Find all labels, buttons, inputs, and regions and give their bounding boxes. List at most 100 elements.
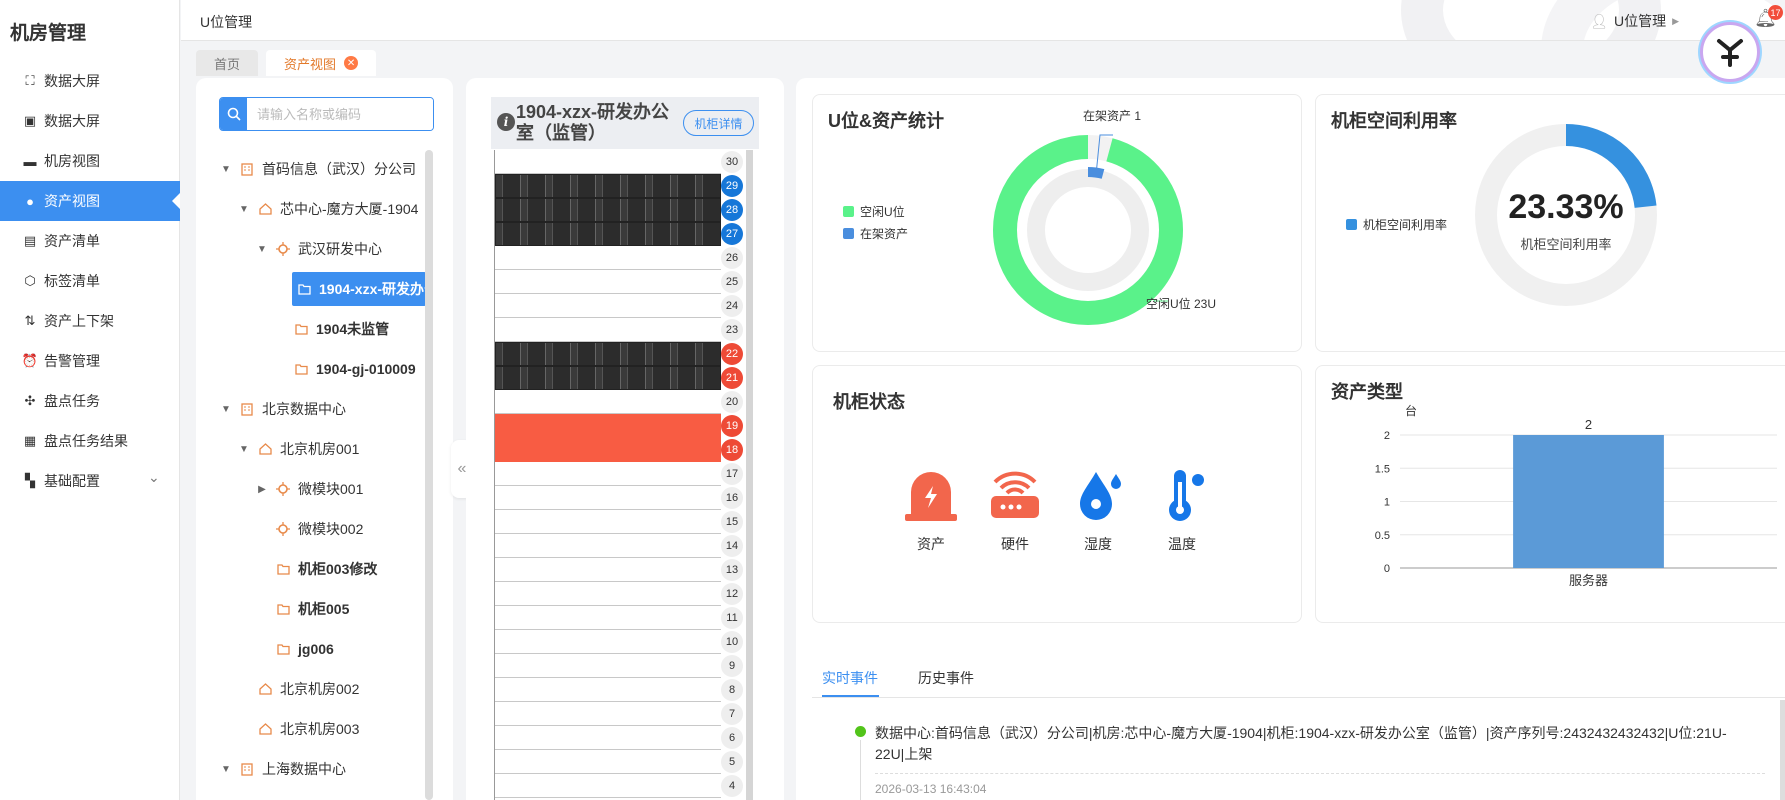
status-label: 资产 <box>917 536 945 552</box>
tree-node[interactable]: 机柜005 <box>256 595 349 623</box>
sidebar-item[interactable]: ▦ 盘点任务结果 <box>0 421 180 461</box>
info-icon[interactable]: i <box>497 113 515 131</box>
tab-history-events[interactable]: 历史事件 <box>918 668 974 688</box>
rack-unit-slot[interactable] <box>495 702 721 726</box>
sidebar-item[interactable]: ▬ 机房视图 <box>0 141 180 181</box>
sidebar-item[interactable]: ⛶ 数据大屏 <box>0 61 180 101</box>
rack-unit-slot[interactable] <box>495 222 721 246</box>
status-asset[interactable]: 资产 <box>901 466 961 554</box>
rack-unit-number: 6 <box>721 727 743 749</box>
user-menu[interactable]: 👤︎ U位管理 ▶ <box>1590 11 1679 31</box>
tree-node[interactable]: 1904-gj-010009 <box>274 355 416 383</box>
rack-unit-slot[interactable] <box>495 174 721 198</box>
rack-unit-slot[interactable] <box>495 486 721 510</box>
rack-unit-slot[interactable] <box>495 462 721 486</box>
sidebar-item[interactable]: ▚ 基础配置 ⌄ <box>0 461 180 501</box>
tree-node[interactable]: 机柜003修改 <box>256 555 377 583</box>
legend-free: 空闲U位 <box>843 203 905 220</box>
rack-unit-slot[interactable] <box>495 342 721 366</box>
tag-list-icon: ⬡ <box>24 273 36 288</box>
rack-rail <box>746 150 753 800</box>
tree-node-label: 北京机房003 <box>280 721 360 737</box>
router-icon <box>991 471 1039 518</box>
tree-node[interactable]: ▼ 上海数据中心 <box>220 755 346 783</box>
utilization-card: 机柜空间利用率 机柜空间利用率 23.33% 机柜空间利用率 <box>1315 94 1785 352</box>
caret-down-icon[interactable]: ▼ <box>238 444 250 455</box>
status-humidity[interactable]: 湿度 <box>1068 466 1128 554</box>
tree-node[interactable]: ▼ 北京数据中心 <box>220 395 346 423</box>
rack-unit-slot[interactable] <box>495 678 721 702</box>
rack-unit-slot[interactable] <box>495 630 721 654</box>
asset-type-chart: 0 0.5 1 1.5 2 台 2 服务器 <box>1375 403 1777 588</box>
event-text: 数据中心:首码信息（武汉）分公司|机房:芯中心-魔方大厦-1904|机柜:190… <box>875 725 1727 762</box>
caret-down-icon[interactable]: ▼ <box>220 764 232 775</box>
chip-icon <box>276 482 290 496</box>
rack-unit-slot[interactable] <box>495 414 721 438</box>
caret-down-icon[interactable]: ▼ <box>220 164 232 175</box>
rack-unit-slot[interactable] <box>495 270 721 294</box>
rack-unit-slot[interactable] <box>495 606 721 630</box>
rack-unit-slot[interactable] <box>495 582 721 606</box>
rack-unit-slot[interactable] <box>495 390 721 414</box>
caret-down-icon[interactable]: ▼ <box>220 404 232 415</box>
sidebar-item[interactable]: ▣ 数据大屏 <box>0 101 180 141</box>
rack-unit-slot[interactable] <box>495 318 721 342</box>
tree-node[interactable]: ▼ 首码信息（武汉）分公司 <box>220 155 416 183</box>
rack-unit-slot[interactable] <box>495 726 721 750</box>
tab-realtime-events[interactable]: 实时事件 <box>822 668 878 688</box>
tree-node[interactable]: 微模块002 <box>256 515 363 543</box>
bar[interactable] <box>1513 435 1664 568</box>
rack-unit-slot[interactable] <box>495 534 721 558</box>
y-tick-label: 1.5 <box>1375 463 1390 475</box>
rack-unit-slot[interactable] <box>495 558 721 582</box>
rack-unit-slot[interactable] <box>495 438 721 462</box>
tree-node[interactable]: 1904-xzx-研发办公室（监管） <box>292 272 426 306</box>
rack-units <box>494 150 721 800</box>
sidebar-item[interactable]: ✣ 盘点任务 <box>0 381 180 421</box>
home-icon <box>258 202 272 216</box>
sidebar-item[interactable]: ⬡ 标签清单 <box>0 261 180 301</box>
status-temperature[interactable]: 温度 <box>1152 466 1212 554</box>
caret-down-icon[interactable]: ▼ <box>238 204 250 215</box>
caret-right-icon[interactable]: ▶ <box>256 484 268 495</box>
tree-node-label: 武汉研发中心 <box>298 241 382 257</box>
search-input[interactable] <box>247 98 433 130</box>
rack-unit-slot[interactable] <box>495 774 721 798</box>
tree-node[interactable]: ▶ 微模块001 <box>256 475 363 503</box>
rack-unit-slot[interactable] <box>495 246 721 270</box>
sidebar-item[interactable]: ⏰ 告警管理 <box>0 341 180 381</box>
status-hardware[interactable]: 硬件 <box>985 466 1045 554</box>
sidebar-item[interactable]: ▤ 资产清单 <box>0 221 180 261</box>
cabinet-status-card: 机柜状态 <box>812 365 1302 623</box>
sidebar-item[interactable]: ⇅ 资产上下架 <box>0 301 180 341</box>
sidebar-item[interactable]: ● 资产视图 <box>0 181 180 221</box>
tree-node[interactable]: 北京机房003 <box>238 715 359 743</box>
rack-detail-button[interactable]: 机柜详情 <box>683 110 754 136</box>
chip-icon <box>276 242 290 256</box>
caret-down-icon[interactable]: ▼ <box>256 244 268 255</box>
tree-node[interactable]: ▼ 武汉研发中心 <box>256 235 382 263</box>
tree-node[interactable]: ▼ 北京机房001 <box>238 435 359 463</box>
tree-scrollbar[interactable] <box>425 150 433 800</box>
close-icon[interactable]: ✕ <box>344 56 359 70</box>
events-scrollbar[interactable] <box>1780 700 1785 800</box>
rack-unit-slot[interactable] <box>495 198 721 222</box>
rack-unit-slot[interactable] <box>495 294 721 318</box>
rack-unit-number: 21 <box>721 367 743 389</box>
rack-unit-slot[interactable] <box>495 510 721 534</box>
tree-node[interactable]: 北京机房002 <box>238 675 359 703</box>
tree-node[interactable]: 1904未监管 <box>274 315 389 343</box>
rack-unit-slot[interactable] <box>495 366 721 390</box>
tab-home[interactable]: 首页 <box>196 50 259 76</box>
tree-node-label: 机柜003修改 <box>298 561 378 577</box>
rack-unit-number: 28 <box>721 199 743 221</box>
rack-unit-slot[interactable] <box>495 654 721 678</box>
rack-unit-slot[interactable] <box>495 750 721 774</box>
legend-swatch <box>843 228 854 239</box>
thermometer-icon <box>1169 470 1204 521</box>
search-button[interactable] <box>220 98 247 130</box>
tab-asset-view[interactable]: 资产视图 ✕ <box>266 50 377 76</box>
tree-node[interactable]: jg006 <box>256 635 334 663</box>
rack-unit-slot[interactable] <box>495 150 721 174</box>
tree-node[interactable]: ▼ 芯中心-魔方大厦-1904 <box>238 195 418 223</box>
